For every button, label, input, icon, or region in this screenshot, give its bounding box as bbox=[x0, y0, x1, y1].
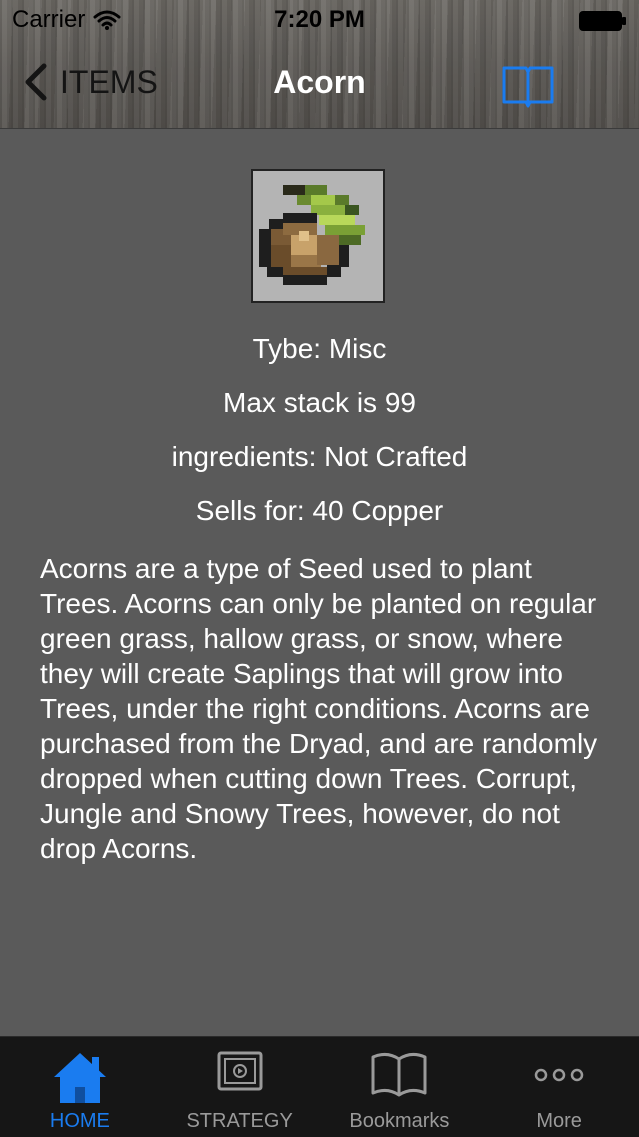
tab-more[interactable]: More bbox=[479, 1037, 639, 1137]
item-image bbox=[251, 169, 385, 303]
open-book-icon bbox=[371, 1052, 427, 1097]
item-sell-price: Sells for: 40 Copper bbox=[195, 495, 444, 526]
status-bar: Carrier 7:20 PM bbox=[0, 0, 639, 40]
item-max-stack: Max stack is 99 bbox=[223, 387, 416, 418]
tab-bookmarks-label: Bookmarks bbox=[349, 1110, 450, 1132]
tab-bar: HOME STRATEGY Bookmarks More bbox=[0, 1036, 639, 1137]
bookmark-button[interactable] bbox=[500, 62, 556, 110]
tab-bookmarks[interactable]: Bookmarks bbox=[320, 1037, 480, 1137]
header: Carrier 7:20 PM ITEMS Acorn bbox=[0, 0, 639, 129]
item-type: Tybe: Misc bbox=[252, 333, 387, 364]
tab-more-label: More bbox=[536, 1110, 582, 1132]
more-icon bbox=[534, 1068, 584, 1082]
battery-icon bbox=[579, 11, 626, 31]
navigation-bar: ITEMS Acorn bbox=[0, 40, 639, 128]
tab-strategy[interactable]: STRATEGY bbox=[160, 1037, 320, 1137]
video-icon bbox=[217, 1051, 263, 1091]
acorn-icon bbox=[259, 185, 365, 285]
item-description: Acorns are a type of Seed used to plant … bbox=[40, 553, 598, 864]
open-book-icon bbox=[502, 66, 554, 108]
item-ingredients: ingredients: Not Crafted bbox=[171, 441, 468, 472]
tab-strategy-label: STRATEGY bbox=[186, 1110, 293, 1132]
tab-home[interactable]: HOME bbox=[0, 1037, 160, 1137]
item-detail: Tybe: Misc Max stack is 99 ingredients: … bbox=[0, 129, 639, 1036]
tab-home-label: HOME bbox=[49, 1110, 110, 1132]
status-time: 7:20 PM bbox=[274, 6, 365, 33]
home-icon bbox=[53, 1053, 106, 1103]
